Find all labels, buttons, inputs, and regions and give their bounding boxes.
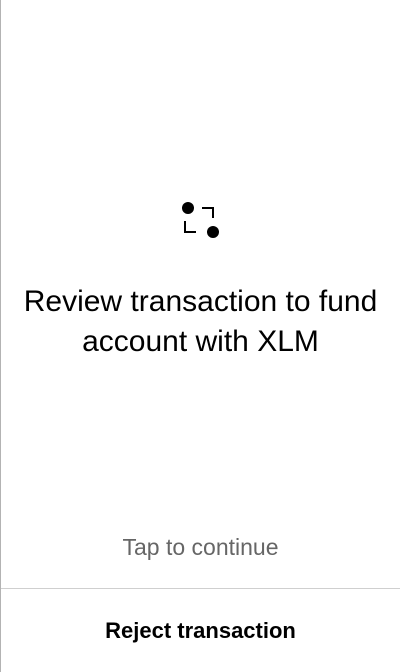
reject-transaction-button[interactable]: Reject transaction <box>1 589 400 672</box>
tap-to-continue-hint: Tap to continue <box>122 534 279 560</box>
page-title: Review transaction to fund account with … <box>23 285 378 358</box>
flow-connector-icon <box>181 200 223 242</box>
review-transaction-screen: Review transaction to fund account with … <box>1 0 400 672</box>
tap-to-continue-area[interactable]: Review transaction to fund account with … <box>1 0 400 588</box>
